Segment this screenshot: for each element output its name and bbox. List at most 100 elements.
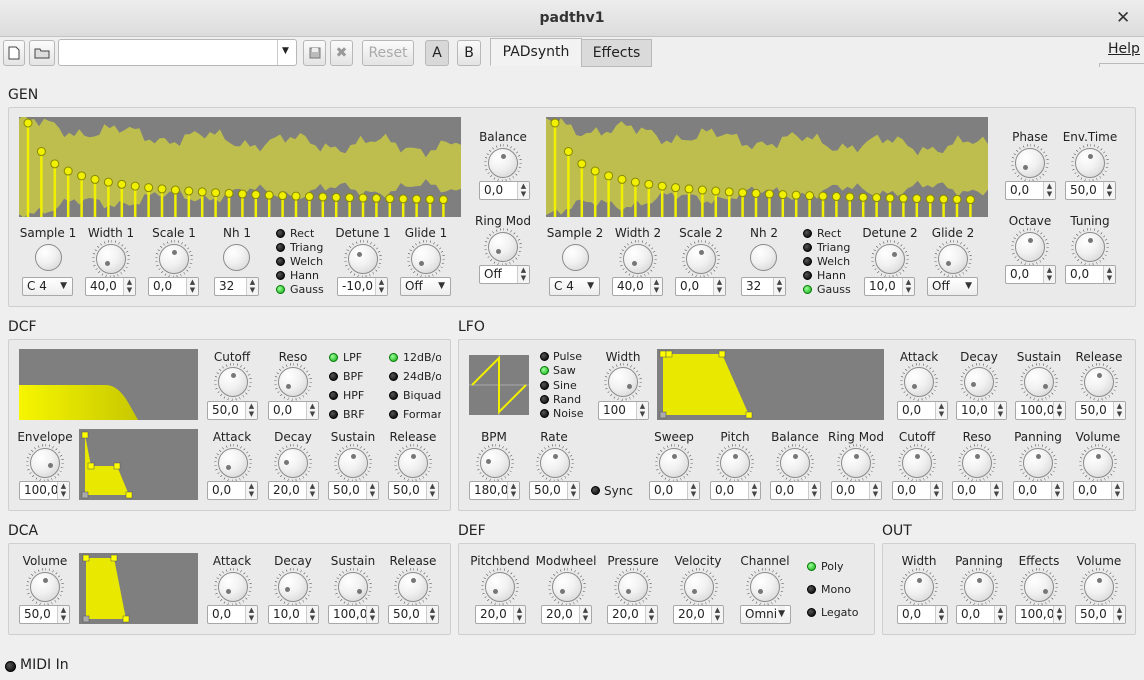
detune2-knob[interactable] (875, 244, 905, 274)
glide2-select[interactable]: Off ▼ (927, 277, 978, 296)
spin-arrows-icon[interactable]: ▲ ▼ (1111, 482, 1123, 499)
filter-brf[interactable]: BRF (329, 408, 379, 423)
harmonic-handle[interactable] (657, 181, 667, 191)
lfo-decay-spin[interactable]: 10,0 ▲ ▼ (956, 401, 1007, 420)
harmonic-handle[interactable] (197, 187, 207, 197)
shape1-hann[interactable]: Hann (276, 269, 336, 283)
harmonic-handle[interactable] (36, 147, 46, 157)
harmonic-handle[interactable] (898, 193, 908, 203)
harmonic-handle[interactable] (251, 190, 261, 200)
out-panning-knob[interactable] (964, 572, 994, 602)
harmonic-handle[interactable] (412, 194, 422, 204)
slope-24db[interactable]: 24dB/oct (389, 370, 441, 385)
lfo-decay-knob[interactable] (964, 367, 994, 397)
detune1-knob[interactable] (348, 244, 378, 274)
spin-arrows-icon[interactable]: ▲ ▼ (513, 606, 525, 623)
nh1-spin[interactable]: 32 ▲ ▼ (214, 277, 259, 296)
detune1-spin[interactable]: -10,0 ▲ ▼ (337, 277, 388, 296)
mode-legato[interactable]: Legato (807, 606, 867, 620)
out-width-knob[interactable] (904, 572, 934, 602)
lfo-shape-saw[interactable]: Saw (540, 364, 600, 378)
spin-arrows-icon[interactable]: ▲ ▼ (306, 482, 318, 499)
sweep-spin[interactable]: 0,0 ▲ ▼ (649, 481, 700, 500)
width2-knob[interactable] (623, 244, 653, 274)
filter-slope-group[interactable]: 12dB/oct 24dB/oct Biquad Formant (389, 351, 441, 426)
close-icon[interactable]: ✕ (1116, 8, 1130, 28)
out-volume-spin[interactable]: 50,0 ▲ ▼ (1075, 605, 1126, 624)
harmonic-handle[interactable] (211, 188, 221, 198)
harmonic-handle[interactable] (117, 179, 127, 189)
harmonic-handle[interactable] (630, 177, 640, 187)
sample1-spectrum-display[interactable] (19, 117, 461, 217)
harmonic-handle[interactable] (751, 188, 761, 198)
spin-arrows-icon[interactable]: ▲ ▼ (930, 482, 942, 499)
dca-sustain-knob[interactable] (338, 572, 368, 602)
shape2-welch[interactable]: Welch (803, 255, 863, 269)
out-panning-spin[interactable]: 0,0 ▲ ▼ (956, 605, 1007, 624)
sync-toggle[interactable]: Sync (591, 484, 637, 498)
modwheel-spin[interactable]: 20,0 ▲ ▼ (541, 605, 592, 624)
out-width-spin[interactable]: 0,0 ▲ ▼ (897, 605, 948, 624)
harmonic-handle[interactable] (50, 159, 60, 169)
harmonic-handle[interactable] (764, 189, 774, 199)
spin-arrows-icon[interactable]: ▲ ▼ (245, 606, 257, 623)
balance-spin[interactable]: 0,0 ▲ ▼ (479, 181, 530, 200)
glide1-select[interactable]: Off ▼ (400, 277, 451, 296)
cutoff-knob[interactable] (218, 367, 248, 397)
harmonic-handle[interactable] (939, 194, 949, 204)
reso-knob[interactable] (278, 367, 308, 397)
harmonic-handle[interactable] (577, 159, 587, 169)
sample2-spectrum-display[interactable] (546, 117, 988, 217)
lfo-sustain-knob[interactable] (1024, 367, 1054, 397)
sample2-knob[interactable] (562, 244, 589, 271)
harmonic-handle[interactable] (157, 184, 167, 194)
tuning-spin[interactable]: 0,0 ▲ ▼ (1065, 265, 1116, 284)
preset-combo[interactable]: ▼ (58, 39, 297, 66)
pitch-spin[interactable]: 0,0 ▲ ▼ (710, 481, 761, 500)
out-effects-spin[interactable]: 100,0 ▲ ▼ (1015, 605, 1066, 624)
tab-effects[interactable]: Effects (581, 39, 652, 67)
sample2-select[interactable]: C 4 ▼ (549, 277, 600, 296)
cutoff-spin[interactable]: 50,0 ▲ ▼ (207, 401, 258, 420)
slope-biquad[interactable]: Biquad (389, 389, 441, 404)
spin-arrows-icon[interactable]: ▲ ▼ (935, 402, 947, 419)
velocity-knob[interactable] (684, 572, 714, 602)
lfo-envelope-display[interactable] (657, 349, 884, 420)
harmonic-handle[interactable] (711, 186, 721, 196)
lfo-sustain-spin[interactable]: 100,0 ▲ ▼ (1015, 401, 1066, 420)
dca-sustain-spin[interactable]: 100,0 ▲ ▼ (328, 605, 379, 624)
spin-arrows-icon[interactable]: ▲ ▼ (994, 402, 1006, 419)
pitch-knob[interactable] (720, 448, 750, 478)
envtime-spin[interactable]: 50,0 ▲ ▼ (1065, 181, 1116, 200)
lfo-panning-spin[interactable]: 0,0 ▲ ▼ (1013, 481, 1064, 500)
lfo-cutoff-spin[interactable]: 0,0 ▲ ▼ (892, 481, 943, 500)
lfo-volume-knob[interactable] (1083, 448, 1113, 478)
spin-arrows-icon[interactable]: ▲ ▼ (579, 606, 591, 623)
spin-arrows-icon[interactable]: ▲ ▼ (375, 278, 387, 295)
dca-attack-knob[interactable] (218, 572, 248, 602)
lfo-release-spin[interactable]: 50,0 ▲ ▼ (1075, 401, 1126, 420)
sample1-knob[interactable] (35, 244, 62, 271)
envelope-spin[interactable]: 100,0 ▲ ▼ (19, 481, 70, 500)
spin-arrows-icon[interactable]: ▲ ▼ (748, 482, 760, 499)
spin-arrows-icon[interactable]: ▲ ▼ (1043, 182, 1055, 199)
spin-arrows-icon[interactable]: ▲ ▼ (935, 606, 947, 623)
slope-formant[interactable]: Formant (389, 408, 441, 423)
lfo-panning-knob[interactable] (1023, 448, 1053, 478)
harmonic-handle[interactable] (952, 194, 962, 204)
open-preset-button[interactable] (29, 40, 55, 66)
sample1-select[interactable]: C 4 ▼ (22, 277, 73, 296)
harmonic-handle[interactable] (318, 192, 328, 202)
envelope-knob[interactable] (30, 448, 60, 478)
spin-arrows-icon[interactable]: ▲ ▼ (1043, 266, 1055, 283)
harmonic-handle[interactable] (684, 184, 694, 194)
spin-arrows-icon[interactable]: ▲ ▼ (713, 278, 725, 295)
spin-arrows-icon[interactable]: ▲ ▼ (1113, 402, 1125, 419)
spin-arrows-icon[interactable]: ▲ ▼ (57, 482, 69, 499)
spin-arrows-icon[interactable]: ▲ ▼ (1053, 402, 1065, 419)
modwheel-knob[interactable] (552, 572, 582, 602)
envtime-knob[interactable] (1075, 148, 1105, 178)
lfo-release-knob[interactable] (1084, 367, 1114, 397)
harmonic-handle[interactable] (23, 118, 33, 128)
harmonic-handle[interactable] (791, 190, 801, 200)
